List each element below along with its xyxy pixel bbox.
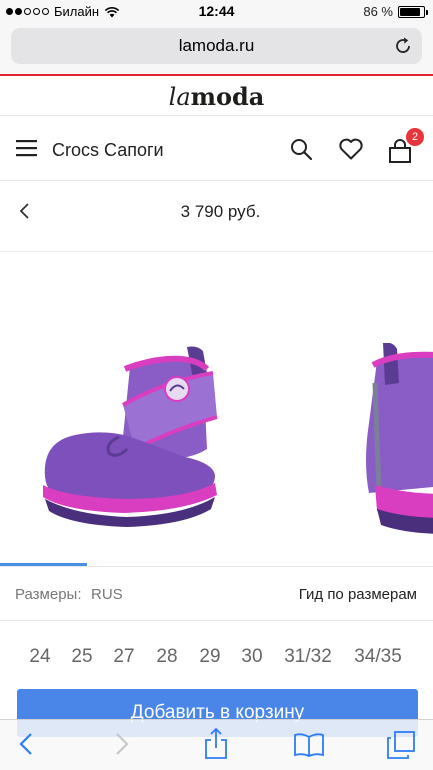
- wifi-icon: [104, 6, 120, 17]
- browser-back-icon[interactable]: [16, 730, 36, 758]
- signal-dot-filled: [15, 8, 22, 15]
- product-image-boot-next[interactable]: [355, 343, 433, 535]
- heart-icon[interactable]: [338, 137, 364, 161]
- page-header: Crocs Сапоги 2: [0, 117, 433, 181]
- carrier-name: Билайн: [54, 4, 100, 19]
- search-icon[interactable]: [289, 137, 313, 161]
- size-list: 24 25 27 28 29 30 31/32 34/35: [0, 646, 433, 670]
- reload-icon[interactable]: [392, 35, 414, 57]
- status-bar: Билайн 12:44 86 %: [0, 0, 433, 24]
- product-image-gallery[interactable]: [0, 253, 433, 565]
- logo-row: lamoda: [0, 76, 433, 116]
- product-price: 3 790 руб.: [180, 202, 261, 221]
- browser-forward-icon[interactable]: [112, 730, 132, 758]
- status-right: 86 %: [363, 4, 428, 19]
- sizes-label: Размеры:: [15, 586, 82, 603]
- size-option[interactable]: 27: [113, 646, 134, 668]
- signal-dot-filled: [6, 8, 13, 15]
- price-row: 3 790 руб.: [0, 182, 433, 252]
- divider: [0, 620, 433, 621]
- size-option[interactable]: 29: [199, 646, 220, 668]
- signal-dot-empty: [42, 8, 49, 15]
- url-field[interactable]: lamoda.ru: [11, 28, 422, 64]
- battery-fill: [400, 7, 420, 16]
- status-left: Билайн: [6, 4, 120, 19]
- size-system-selector[interactable]: RUS: [91, 586, 123, 603]
- hamburger-icon[interactable]: [16, 139, 37, 157]
- size-option[interactable]: 30: [241, 646, 262, 668]
- size-guide-link[interactable]: Гид по размерам: [299, 586, 417, 603]
- size-option[interactable]: 34/35: [354, 646, 402, 668]
- sizes-header: Размеры: RUS Гид по размерам: [0, 584, 433, 606]
- divider: [0, 566, 433, 567]
- signal-dot-empty: [33, 8, 40, 15]
- book-icon[interactable]: [293, 732, 325, 758]
- tabs-icon[interactable]: [386, 730, 416, 760]
- browser-address-bar: lamoda.ru: [0, 24, 433, 74]
- signal-strength-icon: [6, 8, 49, 15]
- size-option[interactable]: 25: [71, 646, 92, 668]
- browser-bottom-toolbar: [0, 719, 433, 770]
- logo-part-la: la: [168, 83, 191, 111]
- battery-percent: 86 %: [363, 4, 393, 19]
- size-option[interactable]: 28: [156, 646, 177, 668]
- url-text[interactable]: lamoda.ru: [11, 36, 422, 56]
- cart-count-badge: 2: [406, 128, 424, 146]
- lamoda-logo[interactable]: lamoda: [0, 82, 433, 111]
- page-title: Crocs Сапоги: [52, 140, 164, 160]
- size-option[interactable]: 31/32: [284, 646, 332, 668]
- signal-dot-empty: [24, 8, 31, 15]
- battery-icon: [398, 5, 428, 18]
- share-icon[interactable]: [203, 726, 229, 760]
- logo-part-moda: moda: [190, 82, 265, 111]
- size-option[interactable]: 24: [29, 646, 50, 668]
- product-image-boot[interactable]: [35, 345, 225, 533]
